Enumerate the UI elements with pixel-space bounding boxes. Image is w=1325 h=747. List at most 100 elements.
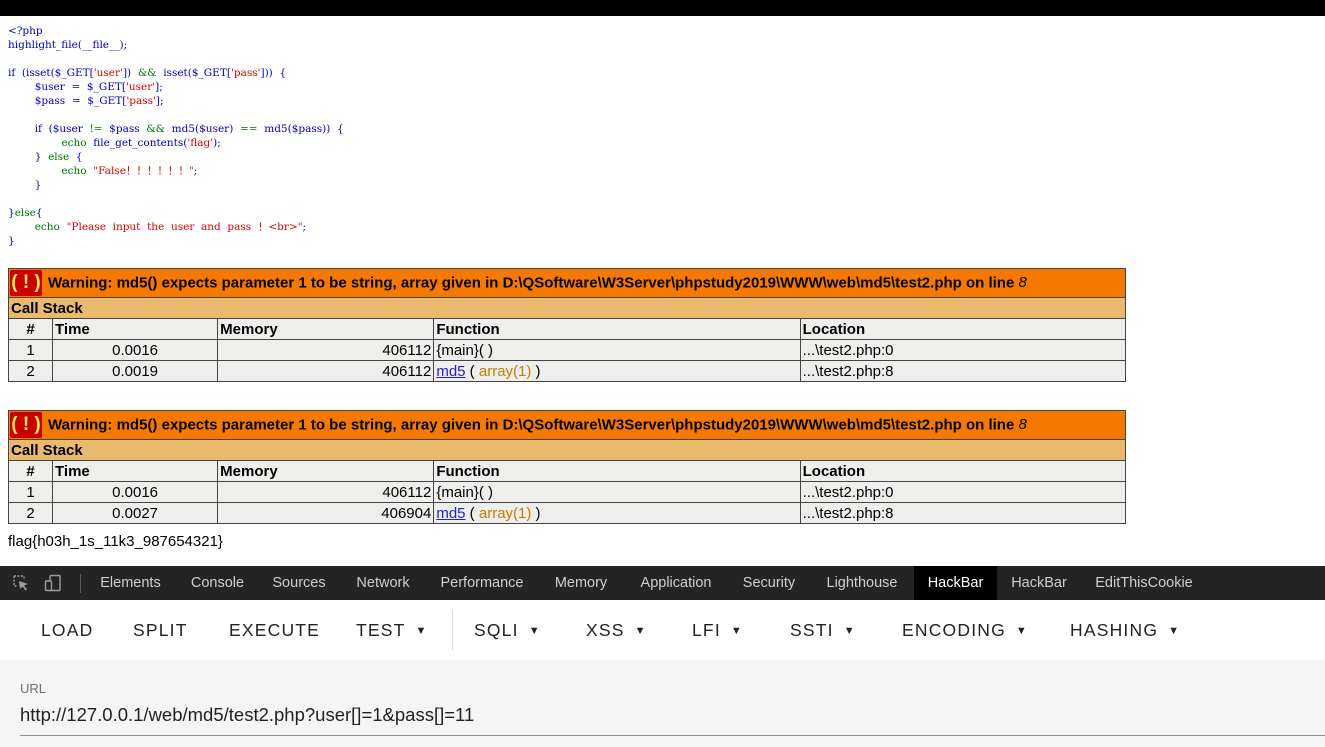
function-args: array(1) — [478, 504, 532, 522]
code-token: highlight_file(__file__); — [8, 39, 128, 51]
code-token: ]; — [155, 95, 164, 107]
split-button[interactable]: SPLIT — [133, 600, 188, 660]
function-args-close: ) — [531, 504, 541, 522]
row-location: ...\test2.php:0 — [799, 481, 1127, 503]
code-token: ; — [302, 221, 307, 233]
table-row: 2 0.0027 406904 md5 ( array(1) ) ...\tes… — [7, 502, 1127, 524]
code-token: isset($_GET[ — [156, 67, 231, 79]
row-time: 0.0016 — [52, 481, 219, 503]
code-string: 'flag' — [187, 137, 214, 149]
toolbar-divider — [452, 610, 453, 650]
url-field[interactable]: URL http://127.0.0.1/web/md5/test2.php?u… — [0, 660, 1325, 747]
ssti-button-label: SSTI — [790, 620, 834, 640]
col-header-memory: Memory — [217, 318, 435, 340]
code-keyword: != — [89, 123, 103, 135]
tab-console[interactable]: Console — [180, 566, 255, 600]
code-keyword: echo — [8, 137, 87, 149]
md5-doc-link[interactable]: md5 — [436, 363, 465, 380]
row-function: md5 ( array(1) ) — [433, 360, 801, 382]
warning-icon: ( ! ) — [10, 412, 42, 438]
code-token: } — [8, 235, 15, 247]
code-keyword: && — [137, 67, 157, 79]
php-source-code: <?php highlight_file(__file__); if (isset(… — [8, 24, 344, 248]
cursor-select-icon[interactable] — [12, 574, 30, 592]
function-name: {main}( ) — [436, 483, 494, 501]
split-button-label: SPLIT — [133, 620, 188, 640]
device-toggle-icon[interactable] — [44, 574, 62, 592]
col-header-num: # — [7, 318, 54, 340]
lfi-dropdown-button[interactable]: LFI ▼ — [692, 600, 743, 660]
code-string: "Please input the user and pass ！<br>" — [66, 221, 303, 233]
tab-hackbar-active[interactable]: HackBar — [914, 566, 997, 600]
code-keyword: echo — [8, 221, 60, 233]
code-token: $user = $_GET[ — [8, 81, 126, 93]
load-button-label: LOAD — [41, 620, 94, 640]
code-string: 'pass' — [230, 67, 261, 79]
url-field-label: URL — [20, 681, 47, 696]
col-header-function: Function — [433, 318, 801, 340]
warning-message: Warning: md5() expects parameter 1 to be… — [48, 416, 1019, 434]
hashing-dropdown-button[interactable]: HASHING ▼ — [1070, 600, 1180, 660]
md5-doc-link[interactable]: md5 — [436, 505, 465, 522]
code-line: echo "False！！！！！！"; — [8, 164, 344, 178]
tab-sources[interactable]: Sources — [264, 566, 334, 600]
row-memory: 406904 — [217, 502, 435, 524]
test-dropdown-button[interactable]: TEST ▼ — [356, 600, 428, 660]
row-time: 0.0027 — [52, 502, 219, 524]
load-button[interactable]: LOAD — [41, 600, 93, 660]
warning-line-number: 8 — [1018, 415, 1027, 433]
tab-editthiscookie[interactable]: EditThisCookie — [1086, 566, 1202, 600]
tab-security[interactable]: Security — [734, 566, 804, 600]
function-args-open: ( — [465, 504, 479, 522]
row-location: ...\test2.php:8 — [799, 502, 1127, 524]
tab-elements[interactable]: Elements — [90, 566, 171, 600]
url-input-underline — [20, 735, 1325, 736]
row-memory: 406112 — [217, 360, 435, 382]
tab-hackbar[interactable]: HackBar — [1003, 566, 1075, 600]
warning-header: ( ! ) Warning: md5() expects parameter 1 … — [8, 268, 1126, 298]
code-token: ])) { — [260, 67, 287, 79]
xss-button-label: XSS — [586, 620, 625, 640]
tab-network[interactable]: Network — [347, 566, 419, 600]
row-time: 0.0016 — [52, 339, 219, 361]
caret-down-icon: ▼ — [843, 625, 856, 637]
tab-memory[interactable]: Memory — [546, 566, 616, 600]
hackbar-toolbar: LOAD SPLIT EXECUTE TEST ▼ SQLI ▼ XSS ▼ LFI ▼… — [0, 600, 1325, 660]
function-args-close: ) — [531, 362, 541, 380]
code-string: 'pass' — [126, 95, 156, 107]
tab-lighthouse[interactable]: Lighthouse — [818, 566, 906, 600]
caret-down-icon: ▼ — [415, 625, 428, 637]
col-header-num: # — [7, 460, 54, 482]
code-line: echo file_get_contents('flag'); — [8, 136, 344, 150]
col-header-time: Time — [52, 318, 219, 340]
caret-down-icon: ▼ — [1015, 625, 1029, 637]
code-line: highlight_file(__file__); — [8, 38, 344, 52]
xdebug-warning-table: ( ! ) Warning: md5() expects parameter 1 … — [7, 268, 1127, 382]
row-memory: 406112 — [217, 339, 435, 361]
col-header-location: Location — [799, 460, 1127, 482]
ssti-dropdown-button[interactable]: SSTI ▼ — [790, 600, 856, 660]
caret-down-icon: ▼ — [528, 625, 541, 637]
code-token: <?php — [8, 25, 43, 37]
tab-performance[interactable]: Performance — [433, 566, 531, 600]
table-row: 1 0.0016 406112 {main}( ) ...\test2.php:… — [7, 481, 1127, 503]
code-token: if ($user — [8, 123, 90, 135]
code-string: "False！！！！！！" — [93, 165, 194, 177]
code-string: 'user' — [93, 67, 123, 79]
code-token: } — [8, 179, 42, 191]
url-input[interactable]: http://127.0.0.1/web/md5/test2.php?user[… — [20, 704, 474, 726]
warning-line-number: 8 — [1018, 273, 1027, 291]
code-token: } — [8, 151, 49, 163]
encoding-dropdown-button[interactable]: ENCODING ▼ — [902, 600, 1028, 660]
call-stack-label: Call Stack — [8, 297, 1126, 319]
xss-dropdown-button[interactable]: XSS ▼ — [586, 600, 647, 660]
sqli-dropdown-button[interactable]: SQLI ▼ — [474, 600, 541, 660]
tab-application[interactable]: Application — [631, 566, 721, 600]
execute-button[interactable]: EXECUTE — [229, 600, 320, 660]
code-token: ]; — [155, 81, 163, 93]
code-token: { — [35, 207, 43, 219]
encoding-button-label: ENCODING — [902, 620, 1006, 640]
code-line: $pass = $_GET['pass']; — [8, 94, 344, 108]
